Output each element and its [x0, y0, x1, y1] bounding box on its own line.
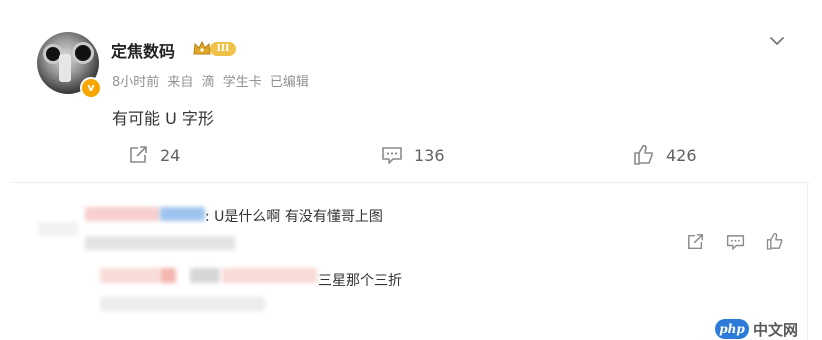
commenter-mention-blurred[interactable] — [160, 207, 205, 221]
like-button[interactable]: 426 — [632, 144, 697, 166]
like-icon — [634, 144, 653, 165]
reply-badge-blurred — [160, 268, 176, 283]
reply-mark-blurred — [190, 268, 220, 283]
reply-meta-blurred — [100, 297, 265, 311]
source-prefix: 来自 — [167, 75, 194, 90]
reply-author-blurred[interactable] — [100, 268, 160, 283]
reply-mention-blurred[interactable] — [222, 268, 317, 283]
source-app-icon: 滴 — [201, 75, 215, 90]
avatar-device — [59, 54, 71, 82]
card-edge — [807, 183, 808, 340]
verified-badge: v — [80, 77, 102, 99]
comment-reply-icon[interactable] — [725, 233, 746, 251]
commenter-name-blurred[interactable] — [85, 207, 160, 221]
divider — [10, 182, 810, 183]
level-badge: III — [210, 42, 236, 56]
crown-icon — [193, 40, 211, 55]
watermark: php 中文网 — [715, 318, 798, 340]
repost-button[interactable]: 24 — [128, 144, 180, 166]
comment-text: : U是什么啊 有没有懂哥上图 — [205, 209, 383, 225]
edited-label[interactable]: 已编辑 — [270, 75, 309, 90]
post-time: 8小时前 — [112, 75, 160, 90]
comment-count: 136 — [414, 145, 445, 165]
reply-text: 三星那个三折 — [318, 273, 402, 289]
like-count: 426 — [666, 145, 697, 165]
repost-count: 24 — [160, 145, 181, 165]
comment-meta-blurred — [85, 236, 235, 250]
avatar-lens-right — [72, 42, 94, 64]
repost-icon — [130, 146, 147, 163]
comment-button[interactable]: 136 — [380, 144, 445, 166]
comment-icon — [382, 147, 402, 164]
watermark-text: 中文网 — [753, 320, 799, 339]
comment-like-icon[interactable] — [765, 232, 785, 251]
post-content: 有可能 U 字形 — [112, 109, 214, 128]
chevron-down-icon[interactable] — [768, 34, 786, 48]
post-source[interactable]: 学生卡 — [223, 75, 262, 90]
comment-repost-icon[interactable] — [686, 233, 706, 251]
watermark-logo: php — [715, 319, 749, 339]
post-meta: 8小时前 来自 滴 学生卡 已编辑 — [112, 71, 313, 90]
author-name[interactable]: 定焦数码 — [111, 38, 175, 62]
commenter-avatar-blurred — [38, 222, 78, 236]
